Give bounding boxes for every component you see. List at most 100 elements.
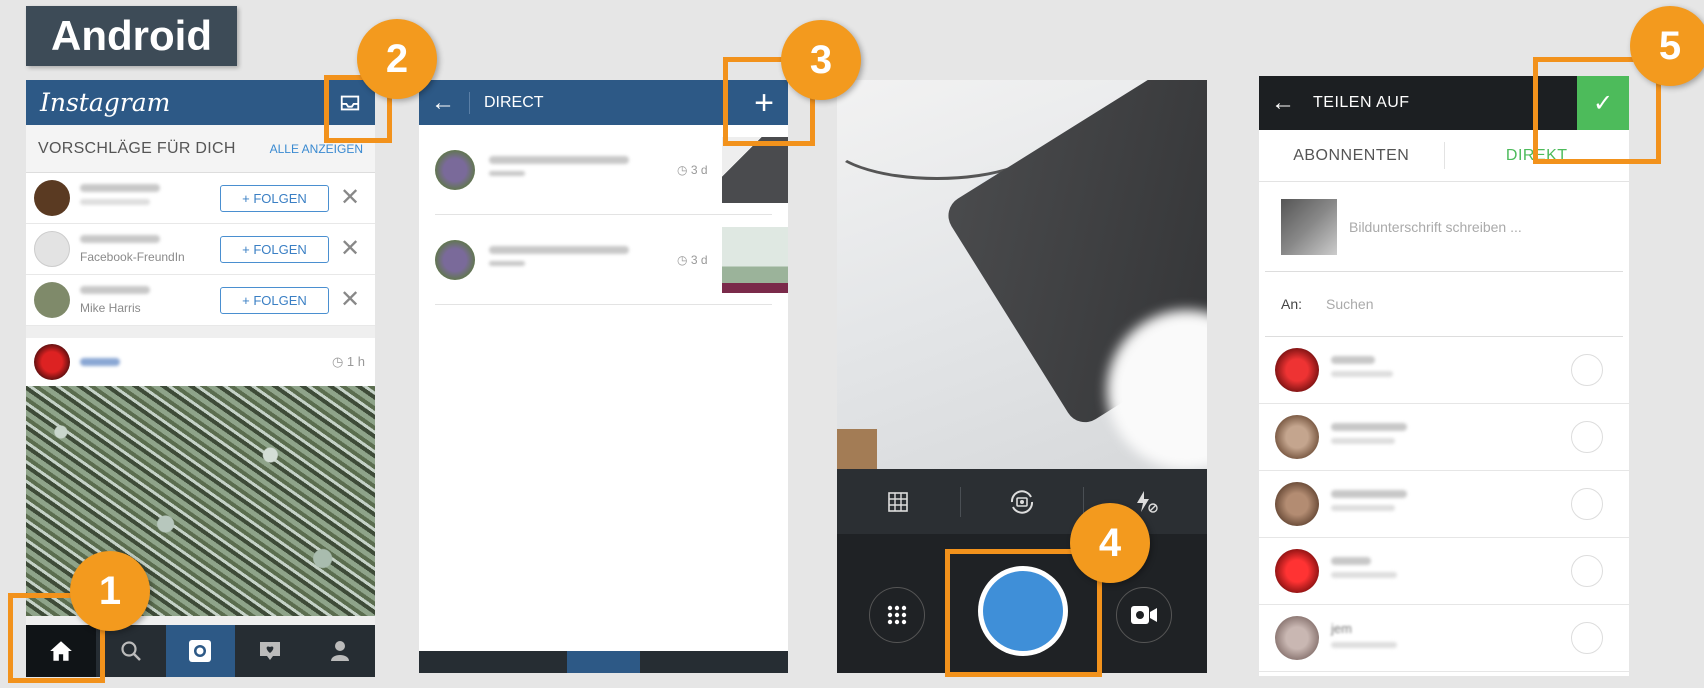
switch-camera-button[interactable] (961, 486, 1085, 517)
to-label: An: (1281, 296, 1303, 312)
avatar (1275, 482, 1319, 526)
message-row[interactable]: ◷ 3 d (435, 215, 788, 305)
gallery-grid-icon (887, 605, 907, 625)
dismiss-icon[interactable]: ✕ (340, 186, 360, 210)
nav-activity[interactable] (640, 651, 714, 673)
post-time: ◷ 1 h (331, 354, 365, 369)
gallery-button[interactable] (869, 587, 925, 643)
direct-title: DIRECT (469, 91, 544, 114)
nav-search[interactable] (96, 625, 166, 677)
blurred-subtitle (1331, 572, 1397, 578)
blurred-subtitle (80, 199, 150, 205)
suggestion-subtitle: Mike Harris (80, 300, 141, 315)
share-title: TEILEN AUF (1313, 94, 1410, 111)
select-radio[interactable] (1571, 555, 1603, 587)
share-screen: ← TEILEN AUF ✓ ABONNENTEN DIREKT Bildunt… (1259, 76, 1629, 676)
nav-profile[interactable] (305, 625, 375, 677)
message-thumbnail (722, 226, 788, 293)
blurred-subtitle (1331, 438, 1395, 444)
message-time-value: 3 d (690, 162, 708, 177)
avatar (34, 231, 70, 267)
step-badge-3: 3 (781, 20, 861, 100)
blurred-subtitle (1331, 371, 1393, 377)
suggestion-row: + FOLGEN ✕ (26, 173, 375, 224)
contact-row[interactable] (1259, 337, 1629, 404)
video-camera-icon (1131, 606, 1157, 624)
recipient-search-input[interactable]: Suchen (1326, 296, 1373, 312)
follow-button[interactable]: + FOLGEN (220, 235, 329, 263)
suggestions-title: VORSCHLÄGE FÜR DICH (38, 139, 236, 157)
post-time-value: 1 h (346, 354, 365, 369)
nav-activity[interactable] (235, 625, 305, 677)
blurred-name (1331, 557, 1371, 565)
avatar (34, 282, 70, 318)
select-radio[interactable] (1571, 421, 1603, 453)
nav-camera[interactable] (566, 651, 641, 673)
platform-label: Android (26, 6, 237, 66)
avatar (1275, 415, 1319, 459)
back-arrow-icon[interactable]: ← (1271, 89, 1295, 117)
avatar (435, 149, 475, 190)
activity-icon (260, 642, 281, 660)
suggestions-header: VORSCHLÄGE FÜR DICH ALLE ANZEIGEN (26, 125, 375, 173)
step-badge-5: 5 (1630, 6, 1704, 86)
message-time: ◷ 3 d (677, 162, 708, 177)
contact-row[interactable] (1259, 404, 1629, 471)
step-badge-1: 1 (70, 551, 150, 631)
suggestion-subtitle: Facebook-FreundIn (80, 249, 185, 264)
message-time: ◷ 3 d (677, 252, 708, 267)
blurred-name (1331, 356, 1375, 364)
direct-screen: ← DIRECT + ◷ 3 d ◷ 3 d (419, 80, 788, 673)
instagram-logo: Instagram (40, 88, 171, 117)
blurred-subtitle (1331, 505, 1395, 511)
suggestion-row: Mike Harris + FOLGEN ✕ (26, 275, 375, 326)
nav-profile[interactable] (714, 651, 788, 673)
blurred-preview (489, 261, 525, 266)
post-header: ◷ 1 h (26, 338, 375, 386)
blurred-name (1331, 490, 1407, 498)
select-radio[interactable] (1571, 488, 1603, 520)
follow-button[interactable]: + FOLGEN (220, 286, 329, 314)
select-radio[interactable] (1571, 622, 1603, 654)
step-badge-2: 2 (357, 19, 437, 99)
camera-toolbar (837, 469, 1207, 534)
avatar (435, 239, 475, 280)
avatar (34, 180, 70, 216)
nav-search[interactable] (493, 651, 567, 673)
search-icon (121, 641, 141, 661)
video-mode-button[interactable] (1116, 587, 1172, 643)
blurred-sender (489, 246, 629, 254)
blurred-preview (489, 171, 525, 176)
profile-icon (331, 641, 350, 661)
show-all-link[interactable]: ALLE ANZEIGEN (270, 142, 363, 156)
switch-camera-icon (1010, 489, 1034, 514)
contact-name: jem (1331, 621, 1352, 636)
contact-row[interactable] (1259, 538, 1629, 605)
bottom-nav-partial (419, 651, 788, 673)
contact-row[interactable]: jem (1259, 605, 1629, 672)
message-time-value: 3 d (690, 252, 708, 267)
blurred-username (80, 184, 160, 192)
photo-thumbnail (1281, 198, 1337, 255)
step-badge-4: 4 (1070, 503, 1150, 583)
message-thumbnail (722, 136, 788, 203)
follow-button[interactable]: + FOLGEN (220, 184, 329, 212)
back-arrow-icon[interactable]: ← (431, 89, 455, 117)
camera-viewfinder (837, 80, 1207, 469)
contact-row[interactable] (1259, 471, 1629, 538)
grid-toggle[interactable] (837, 486, 961, 517)
recipient-row: An: Suchen (1265, 272, 1623, 337)
dismiss-icon[interactable]: ✕ (340, 237, 360, 261)
nav-camera[interactable] (165, 625, 236, 677)
dismiss-icon[interactable]: ✕ (340, 288, 360, 312)
avatar (1275, 348, 1319, 392)
feed-header: Instagram (26, 80, 375, 125)
avatar (34, 344, 70, 380)
message-row[interactable]: ◷ 3 d (435, 125, 788, 215)
blurred-name (1331, 423, 1407, 431)
caption-input[interactable]: Bildunterschrift schreiben ... (1349, 219, 1522, 235)
nav-home[interactable] (419, 651, 493, 673)
blurred-username (80, 358, 120, 366)
select-radio[interactable] (1571, 354, 1603, 386)
tab-followers[interactable]: ABONNENTEN (1259, 142, 1445, 169)
